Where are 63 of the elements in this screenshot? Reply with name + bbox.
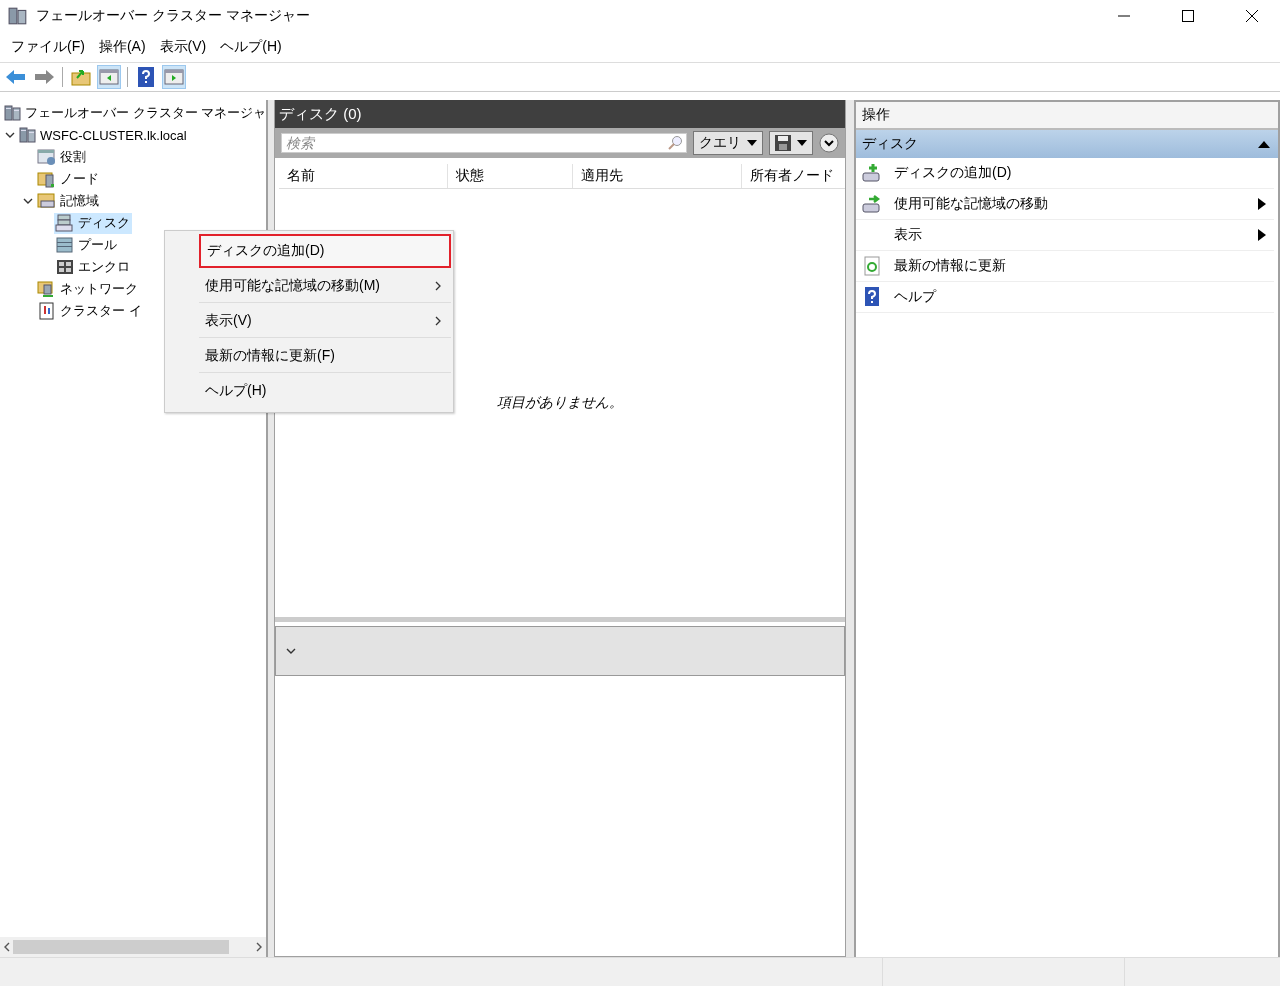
- tree-item[interactable]: クラスター イ: [36, 300, 144, 322]
- action-item[interactable]: ヘルプ: [856, 282, 1274, 313]
- section-title: ディスク: [862, 135, 919, 153]
- back-arrow-icon: [5, 68, 27, 86]
- horizontal-scrollbar[interactable]: [0, 937, 266, 957]
- column-header[interactable]: 名前: [279, 164, 448, 188]
- tree-item[interactable]: 役割: [36, 146, 88, 168]
- search-field[interactable]: 検索: [281, 133, 687, 153]
- action-item[interactable]: 最新の情報に更新: [856, 251, 1274, 282]
- menu-item[interactable]: 表示(V): [152, 38, 214, 56]
- forward-arrow-icon: [33, 68, 55, 86]
- menu-item[interactable]: 操作(A): [91, 38, 153, 56]
- disk-stack-icon: [55, 214, 75, 232]
- column-header[interactable]: 適用先: [573, 164, 742, 188]
- column-header[interactable]: 状態: [448, 164, 573, 188]
- query-button[interactable]: クエリ: [693, 131, 763, 155]
- pane-header: 操作: [856, 102, 1278, 130]
- chevron-icon[interactable]: [286, 646, 296, 656]
- tree-item[interactable]: ディスク: [54, 212, 132, 234]
- window-title: フェールオーバー クラスター マネージャー: [36, 7, 311, 25]
- menu-item[interactable]: ヘルプ(H): [213, 38, 289, 56]
- pane-header: ディスク (0): [275, 100, 845, 128]
- search-icon: [667, 135, 683, 151]
- context-menu-item[interactable]: ヘルプ(H): [199, 374, 451, 408]
- expand-circle-icon[interactable]: [819, 133, 839, 153]
- close-icon: [1246, 10, 1258, 22]
- maximize-icon: [1182, 10, 1194, 22]
- pane-icon: [99, 69, 119, 85]
- dropdown-arrow-icon: [797, 140, 807, 146]
- chevron-icon[interactable]: [23, 196, 33, 206]
- context-menu-item[interactable]: ディスクの追加(D): [199, 234, 451, 268]
- enclosure-icon: [55, 258, 75, 276]
- help-icon: [138, 67, 154, 87]
- tree-item[interactable]: フェールオーバー クラスター マネージャ: [3, 102, 266, 124]
- tree-item[interactable]: プール: [54, 234, 119, 256]
- context-menu-item[interactable]: 使用可能な記憶域の移動(M): [199, 269, 451, 303]
- folder-arrow-icon: [71, 68, 91, 86]
- menu-item[interactable]: ファイル(F): [4, 38, 92, 56]
- tree-item[interactable]: ネットワーク: [36, 278, 140, 300]
- tree-item[interactable]: ノード: [36, 168, 101, 190]
- collapse-arrow-icon[interactable]: [1258, 140, 1270, 148]
- action-item[interactable]: 表示: [856, 220, 1274, 251]
- server-icon: [19, 126, 37, 144]
- context-menu-item[interactable]: 表示(V): [199, 304, 451, 338]
- window-gear-icon: [37, 148, 57, 166]
- tree-item[interactable]: エンクロ: [54, 256, 132, 278]
- app-icon: [8, 6, 28, 26]
- dropdown-arrow-icon: [747, 140, 757, 146]
- tree-item[interactable]: 記憶域: [36, 190, 101, 212]
- scroll-right-icon[interactable]: [255, 942, 263, 952]
- save-query-button[interactable]: [769, 131, 813, 155]
- pool-icon: [55, 236, 75, 254]
- server-icon: [4, 104, 22, 122]
- action-item[interactable]: 使用可能な記憶域の移動: [856, 189, 1274, 220]
- notebook-icon: [37, 302, 57, 320]
- context-menu-item[interactable]: 最新の情報に更新(F): [199, 339, 451, 373]
- scroll-left-icon[interactable]: [3, 942, 11, 952]
- empty-message: 項目がありません。: [497, 394, 623, 412]
- chevron-icon[interactable]: [5, 130, 15, 140]
- pane-icon: [164, 69, 184, 85]
- action-item[interactable]: ディスクの追加(D): [856, 158, 1274, 189]
- folder-server-icon: [37, 170, 57, 188]
- tree-item[interactable]: WSFC-CLUSTER.lk.local: [18, 124, 189, 146]
